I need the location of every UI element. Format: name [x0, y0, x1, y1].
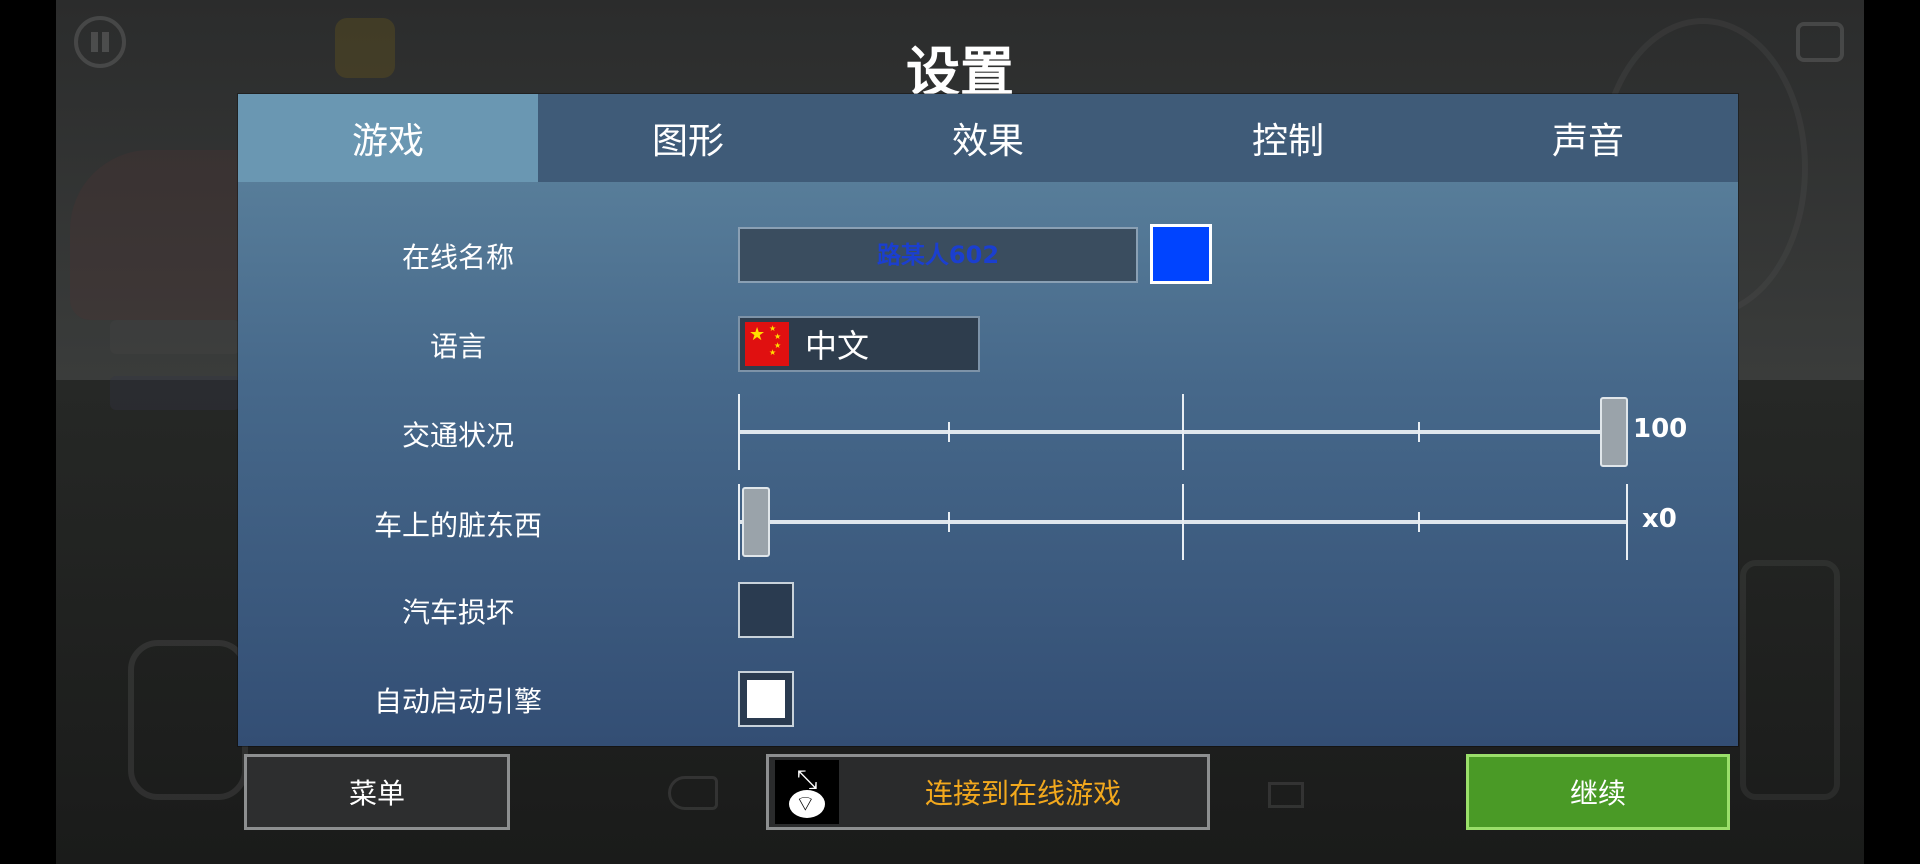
car-damage-label: 汽车损坏	[401, 596, 514, 629]
gas-pedal-icon	[1740, 560, 1840, 800]
online-name-label: 在线名称	[401, 241, 514, 274]
slider-tick	[738, 484, 740, 560]
tab-effects[interactable]: 效果	[838, 94, 1138, 182]
screen-edge-right	[1864, 0, 1920, 864]
gem-stat-background	[110, 376, 240, 410]
slider-tick	[738, 394, 740, 470]
slider-tick	[1182, 484, 1184, 560]
car-dirt-slider[interactable]	[738, 484, 1628, 560]
horn-icon	[1268, 782, 1304, 808]
auto-start-label: 自动启动引擎	[373, 685, 542, 718]
car-dirt-label: 车上的脏东西	[373, 509, 542, 542]
traffic-value: 100	[1633, 414, 1688, 444]
settings-panel: 游戏 图形 效果 控制 声音 在线名称 路某人602 语言 ★ ★ ★ ★ ★ …	[238, 94, 1738, 746]
traffic-slider-thumb[interactable]	[1600, 397, 1628, 467]
traffic-label: 交通状况	[401, 419, 514, 452]
menu-button[interactable]: 菜单	[244, 754, 510, 830]
continue-button[interactable]: 继续	[1466, 754, 1730, 830]
slider-tick	[1418, 512, 1420, 532]
coin-stat-background	[110, 320, 240, 354]
car-dirt-value: x0	[1642, 504, 1677, 534]
settings-tabs: 游戏 图形 效果 控制 声音	[238, 94, 1738, 182]
traffic-slider[interactable]	[738, 394, 1628, 470]
car-dirt-slider-thumb[interactable]	[742, 487, 770, 557]
name-color-swatch[interactable]	[1150, 224, 1212, 284]
slider-tick	[1418, 422, 1420, 442]
tab-controls[interactable]: 控制	[1138, 94, 1438, 182]
slider-tick	[948, 422, 950, 442]
steer-left-icon	[128, 640, 248, 800]
language-label: 语言	[429, 330, 486, 363]
network-wifi-icon: ⤡	[775, 760, 839, 824]
tab-graphics[interactable]: 图形	[538, 94, 838, 182]
tab-game[interactable]: 游戏	[238, 94, 538, 182]
language-select[interactable]: ★ ★ ★ ★ ★ 中文	[738, 316, 980, 372]
slider-tick	[1182, 394, 1184, 470]
headlight-icon	[668, 776, 718, 810]
car-damage-checkbox[interactable]	[738, 582, 794, 638]
tab-sound[interactable]: 声音	[1438, 94, 1738, 182]
language-value: 中文	[805, 327, 870, 365]
auto-start-checkbox[interactable]	[738, 671, 794, 727]
slider-tick	[948, 512, 950, 532]
screen-edge-left	[0, 0, 56, 864]
checkbox-checked-mark	[747, 680, 785, 718]
connect-online-label: 连接到在线游戏	[924, 777, 1121, 810]
china-flag-icon: ★ ★ ★ ★ ★	[745, 322, 789, 366]
online-name-input[interactable]: 路某人602	[738, 227, 1138, 283]
connect-online-button[interactable]: ⤡ 连接到在线游戏	[766, 754, 1210, 830]
slider-tick	[1626, 484, 1628, 560]
